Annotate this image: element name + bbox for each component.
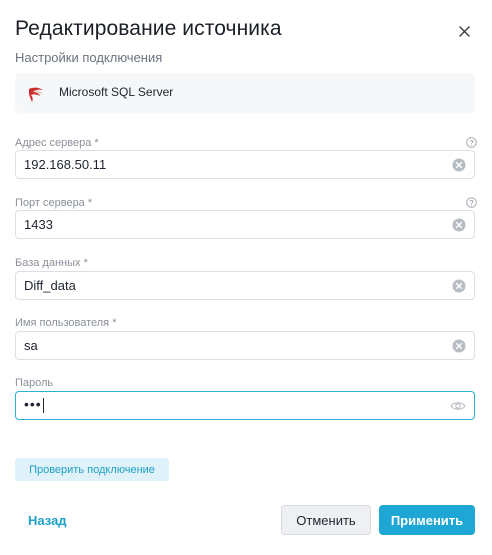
apply-button[interactable]: Применить xyxy=(379,505,475,535)
cancel-button[interactable]: Отменить xyxy=(281,505,371,535)
database-value: Diff_data xyxy=(24,278,76,293)
database-label: База данных * xyxy=(15,257,88,269)
close-icon xyxy=(458,25,470,37)
clear-icon[interactable] xyxy=(452,339,466,353)
close-button[interactable] xyxy=(454,21,474,41)
section-subtitle: Настройки подключения xyxy=(15,50,163,65)
server-address-input[interactable]: 192.168.50.11 xyxy=(15,150,475,179)
server-port-label: Порт сервера * xyxy=(15,197,93,209)
password-label: Пароль xyxy=(15,377,54,389)
clear-icon[interactable] xyxy=(452,218,466,232)
edit-source-dialog: Редактирование источника Настройки подкл… xyxy=(0,0,492,555)
database-input[interactable]: Diff_data xyxy=(15,271,475,300)
server-address-value: 192.168.50.11 xyxy=(24,157,107,172)
dialog-title: Редактирование источника xyxy=(15,17,282,40)
text-caret xyxy=(42,397,44,413)
password-value: ••• xyxy=(24,396,44,413)
eye-icon[interactable] xyxy=(450,399,466,413)
server-port-input[interactable]: 1433 xyxy=(15,210,475,239)
help-icon[interactable] xyxy=(466,197,477,208)
server-port-value: 1433 xyxy=(24,217,53,232)
password-input[interactable]: ••• xyxy=(15,391,475,420)
back-link[interactable]: Назад xyxy=(28,513,67,528)
test-connection-button[interactable]: Проверить подключение xyxy=(15,458,169,481)
username-input[interactable]: sa xyxy=(15,331,475,360)
clear-icon[interactable] xyxy=(452,158,466,172)
help-icon[interactable] xyxy=(466,137,477,148)
server-address-label: Адрес сервера * xyxy=(15,137,99,149)
username-value: sa xyxy=(24,338,38,353)
mssql-logo-icon xyxy=(29,87,43,102)
clear-icon[interactable] xyxy=(452,279,466,293)
source-name: Microsoft SQL Server xyxy=(59,85,174,99)
source-card: Microsoft SQL Server xyxy=(15,73,475,113)
username-label: Имя пользователя * xyxy=(15,317,117,329)
